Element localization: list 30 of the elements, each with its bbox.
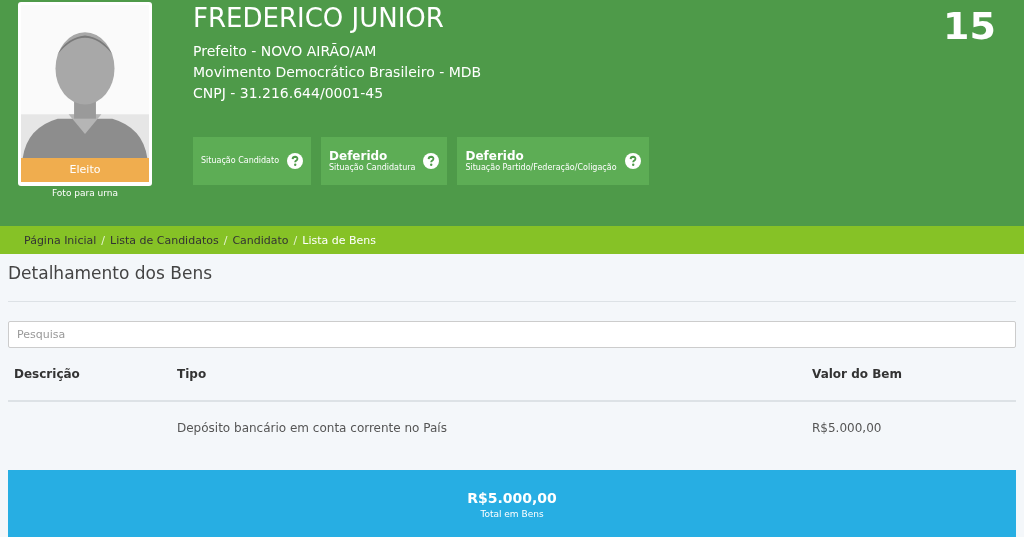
status-label: Situação Candidatura xyxy=(329,163,416,173)
status-value: Deferido xyxy=(329,149,389,163)
photo-caption: Foto para urna xyxy=(52,188,118,198)
search-field[interactable]: Pesquisa xyxy=(8,321,1016,348)
column-header: Tipo xyxy=(177,367,208,381)
status-label: Eleito xyxy=(21,158,149,182)
total-value: R$5.000,00 xyxy=(467,490,557,506)
column-header: Valor do Bem xyxy=(812,367,903,381)
help-icon[interactable] xyxy=(287,153,304,169)
candidate-info: Movimento Democrático Brasileiro - MDB xyxy=(193,63,483,82)
candidate-number: 15 xyxy=(943,3,997,50)
candidate-name: FREDERICO JUNIOR xyxy=(193,3,445,33)
candidate-info: Prefeito - NOVO AIRÃO/AM xyxy=(193,42,378,61)
status-value: Deferido xyxy=(465,149,525,163)
help-icon[interactable] xyxy=(423,153,440,169)
breadcrumb-separator: / xyxy=(101,233,106,247)
status-label: Situação Partido/Federação/Coligação xyxy=(465,163,617,173)
breadcrumb-separator: / xyxy=(293,233,298,247)
column-header: Descrição xyxy=(14,367,81,381)
breadcrumb-link[interactable]: Candidato xyxy=(232,233,289,247)
breadcrumb-link[interactable]: Lista de Candidatos xyxy=(110,233,219,247)
section-title: Detalhamento dos Bens xyxy=(8,254,1016,302)
table-cell-text: Depósito bancário em conta corrente no País xyxy=(177,421,448,435)
breadcrumb-link[interactable]: Página Inicial xyxy=(24,233,97,247)
help-icon[interactable] xyxy=(624,153,641,169)
table-cell-text: R$5.000,00 xyxy=(812,421,883,435)
status-label: Situação Candidato xyxy=(201,156,280,166)
breadcrumb-separator: / xyxy=(223,233,228,247)
total-label: Total em Bens xyxy=(480,509,544,519)
candidate-info: CNPJ - 31.216.644/0001-45 xyxy=(193,84,385,103)
